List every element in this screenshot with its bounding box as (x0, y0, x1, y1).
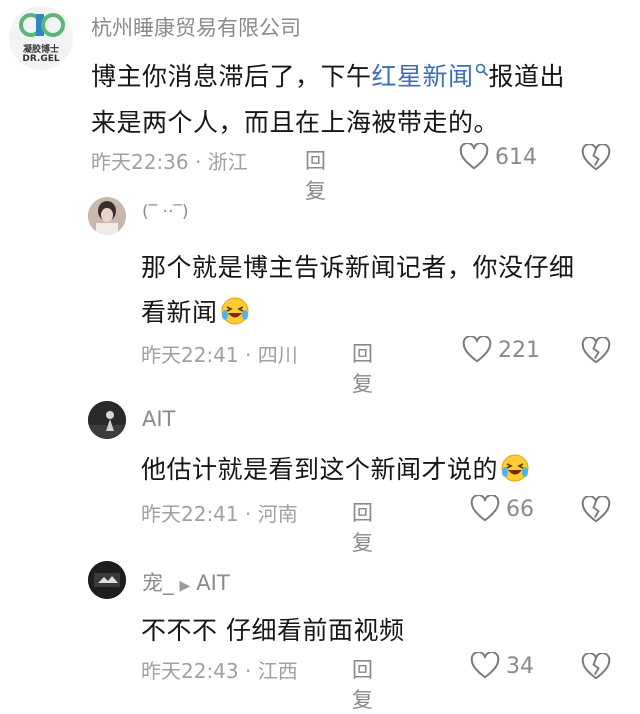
username[interactable]: AIT (142, 407, 175, 431)
comment-text-part: 他估计就是看到这个新闻才说的 (141, 455, 499, 484)
timestamp: 昨天22:43 (141, 659, 239, 683)
like-button[interactable]: 66 (470, 495, 534, 523)
like-button[interactable]: 34 (470, 652, 534, 680)
heart-icon (459, 143, 489, 170)
dark-photo-avatar-icon (88, 561, 126, 599)
timestamp: 昨天22:41 (141, 502, 239, 526)
reply-button[interactable]: 回复 (352, 497, 373, 557)
reply-to-username[interactable]: AIT (196, 571, 229, 595)
like-count: 66 (506, 496, 534, 522)
comment-text: 他估计就是看到这个新闻才说的 (141, 450, 530, 486)
news-link[interactable]: 红星新闻 (372, 62, 489, 91)
location: 浙江 (207, 150, 248, 174)
like-count: 34 (506, 653, 534, 679)
reply-button[interactable]: 回复 (305, 145, 326, 205)
like-count: 221 (498, 337, 540, 363)
reply-arrow-icon: ▶ (179, 578, 191, 594)
search-icon (475, 63, 488, 77)
avatar[interactable] (88, 197, 126, 235)
dislike-icon[interactable] (581, 653, 611, 681)
like-button[interactable]: 614 (459, 143, 537, 171)
comment-text: 那个就是博主告诉新闻记者，你没仔细 (141, 253, 575, 282)
location: 河南 (257, 502, 298, 526)
news-link-text: 红星新闻 (371, 62, 474, 91)
like-count: 614 (495, 144, 537, 170)
avatar[interactable] (88, 401, 126, 439)
avatar[interactable] (88, 561, 126, 599)
username[interactable]: 杭州睡康贸易有限公司 (91, 12, 301, 42)
dislike-icon[interactable] (581, 144, 611, 172)
timestamp: 昨天22:41 (141, 343, 239, 367)
comment-meta: 昨天22:36 · 浙江 (91, 150, 248, 174)
photo-avatar-icon (88, 197, 126, 235)
comment-text-part: 博主你消息滞后了，下午 (91, 62, 372, 91)
comment-meta: 昨天22:41 · 河南 (141, 502, 298, 526)
like-button[interactable]: 221 (462, 336, 540, 364)
username-text[interactable]: 宠_ (142, 571, 174, 595)
comment-text: 博主你消息滞后了，下午红星新闻 报道出 (91, 57, 565, 93)
username: 宠_ ▶ AIT (142, 567, 230, 597)
comment-text-part: 看新闻 (141, 298, 218, 327)
comment-text: 不不不 仔细看前面视频 (141, 616, 405, 645)
heart-icon (470, 652, 500, 679)
laughing-tears-emoji-icon (501, 454, 529, 482)
comment-text-line2: 看新闻 (141, 293, 250, 329)
comment-text-part: 报道出 (488, 62, 566, 91)
reply-button[interactable]: 回复 (352, 654, 373, 714)
avatar[interactable]: 凝胶博士 DR.GEL (9, 6, 73, 70)
heart-icon (462, 336, 492, 363)
logo-sub: DR.GEL (22, 54, 60, 64)
comment-meta: 昨天22:41 · 四川 (141, 343, 298, 367)
comment-text-line2: 来是两个人，而且在上海被带走的。 (91, 108, 500, 137)
dislike-icon[interactable] (581, 337, 611, 365)
location: 江西 (257, 659, 298, 683)
timestamp: 昨天22:36 (91, 150, 189, 174)
location: 四川 (257, 343, 298, 367)
heart-icon (470, 495, 500, 522)
dark-photo-avatar-icon (88, 401, 126, 439)
username[interactable]: (‾ ··‾) (142, 202, 188, 222)
laughing-tears-emoji-icon (221, 297, 249, 325)
dislike-icon[interactable] (581, 496, 611, 524)
reply-button[interactable]: 回复 (352, 338, 373, 398)
comment-meta: 昨天22:43 · 江西 (141, 659, 298, 683)
